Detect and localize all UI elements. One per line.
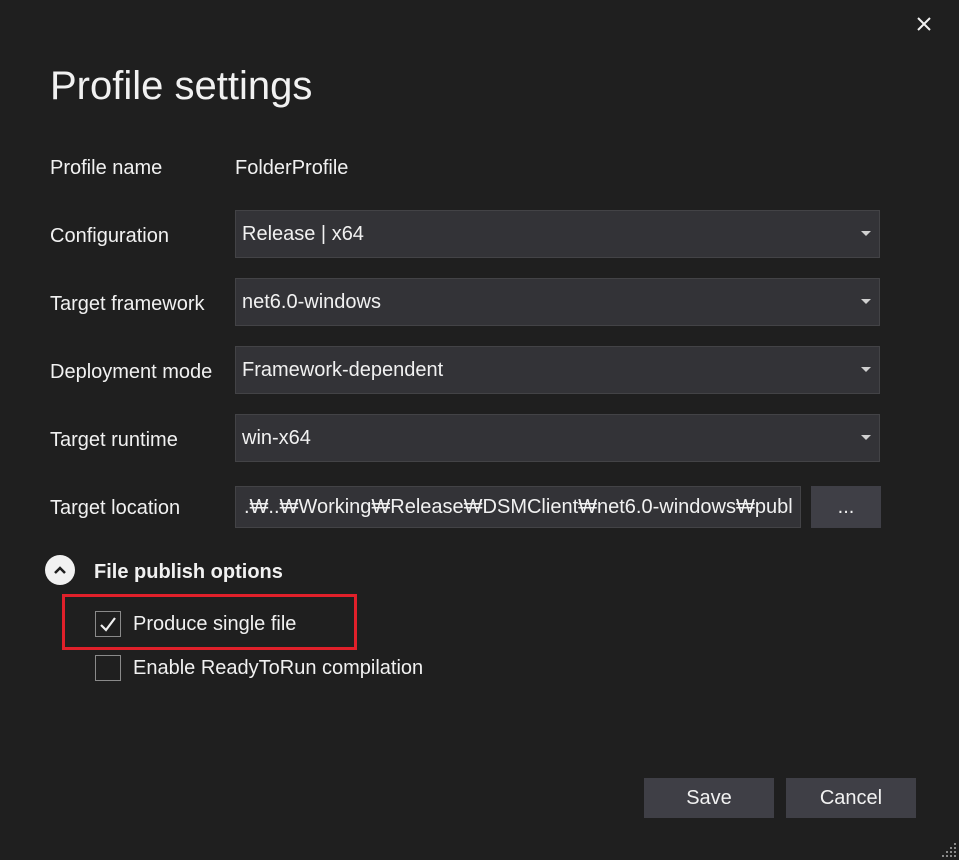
file-publish-options-heading: File publish options bbox=[94, 561, 283, 583]
target-location-input[interactable]: .₩..₩Working₩Release₩DSMClient₩net6.0-wi… bbox=[235, 486, 801, 528]
close-button[interactable] bbox=[908, 8, 940, 40]
deployment-mode-label: Deployment mode bbox=[50, 361, 213, 383]
configuration-label: Configuration bbox=[50, 225, 169, 247]
profile-settings-dialog: Profile settings Profile name FolderProf… bbox=[0, 0, 959, 860]
collapse-toggle[interactable] bbox=[45, 555, 75, 585]
profile-name-label: Profile name bbox=[50, 157, 163, 179]
target-framework-select[interactable]: net6.0-windows bbox=[235, 278, 880, 326]
caret-down-icon bbox=[861, 367, 871, 372]
produce-single-file-option[interactable]: Produce single file bbox=[95, 610, 296, 638]
profile-name-value: FolderProfile bbox=[235, 157, 349, 179]
target-runtime-label: Target runtime bbox=[50, 429, 178, 451]
caret-down-icon bbox=[861, 435, 871, 440]
resize-grip-icon[interactable] bbox=[941, 842, 957, 858]
target-runtime-select[interactable]: win-x64 bbox=[235, 414, 880, 462]
produce-single-file-label: Produce single file bbox=[133, 613, 297, 635]
ready-to-run-label: Enable ReadyToRun compilation bbox=[133, 657, 424, 679]
caret-down-icon bbox=[861, 299, 871, 304]
deployment-mode-value: Framework-dependent bbox=[242, 358, 444, 381]
ready-to-run-checkbox[interactable] bbox=[95, 655, 121, 681]
ready-to-run-option[interactable]: Enable ReadyToRun compilation bbox=[95, 654, 423, 682]
target-framework-label: Target framework bbox=[50, 293, 205, 315]
chevron-up-icon bbox=[54, 566, 66, 574]
check-icon bbox=[100, 617, 116, 632]
produce-single-file-checkbox[interactable] bbox=[95, 611, 121, 637]
deployment-mode-select[interactable]: Framework-dependent bbox=[235, 346, 880, 394]
save-button[interactable]: Save bbox=[644, 778, 774, 818]
configuration-select[interactable]: Release | x64 bbox=[235, 210, 880, 258]
cancel-button[interactable]: Cancel bbox=[786, 778, 916, 818]
target-runtime-value: win-x64 bbox=[242, 426, 311, 449]
target-location-value: .₩..₩Working₩Release₩DSMClient₩net6.0-wi… bbox=[244, 495, 793, 518]
caret-down-icon bbox=[861, 231, 871, 236]
browse-button[interactable]: ... bbox=[811, 486, 881, 528]
target-framework-value: net6.0-windows bbox=[242, 290, 381, 313]
target-location-label: Target location bbox=[50, 497, 181, 519]
dialog-title: Profile settings bbox=[50, 64, 313, 108]
configuration-value: Release | x64 bbox=[242, 222, 364, 245]
close-icon bbox=[917, 17, 931, 31]
